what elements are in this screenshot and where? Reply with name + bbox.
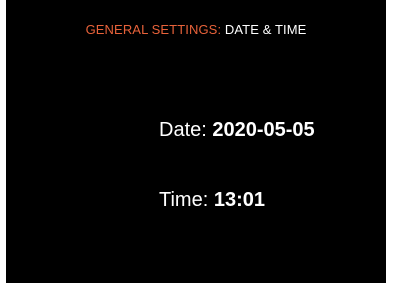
- date-label: Date:: [159, 119, 207, 141]
- time-setting-row[interactable]: Time: 13:01: [159, 189, 265, 212]
- date-setting-row[interactable]: Date: 2020-05-05: [159, 119, 315, 142]
- date-value[interactable]: 2020-05-05: [212, 119, 314, 141]
- screen-header: GENERAL SETTINGS: DATE & TIME: [6, 22, 386, 37]
- settings-screen: GENERAL SETTINGS: DATE & TIME Date: 2020…: [6, 0, 386, 283]
- time-value[interactable]: 13:01: [214, 189, 265, 211]
- header-section-title: GENERAL SETTINGS: [85, 22, 218, 37]
- header-separator: :: [217, 22, 222, 37]
- time-label: Time:: [159, 189, 209, 211]
- header-page-title: DATE & TIME: [224, 22, 307, 37]
